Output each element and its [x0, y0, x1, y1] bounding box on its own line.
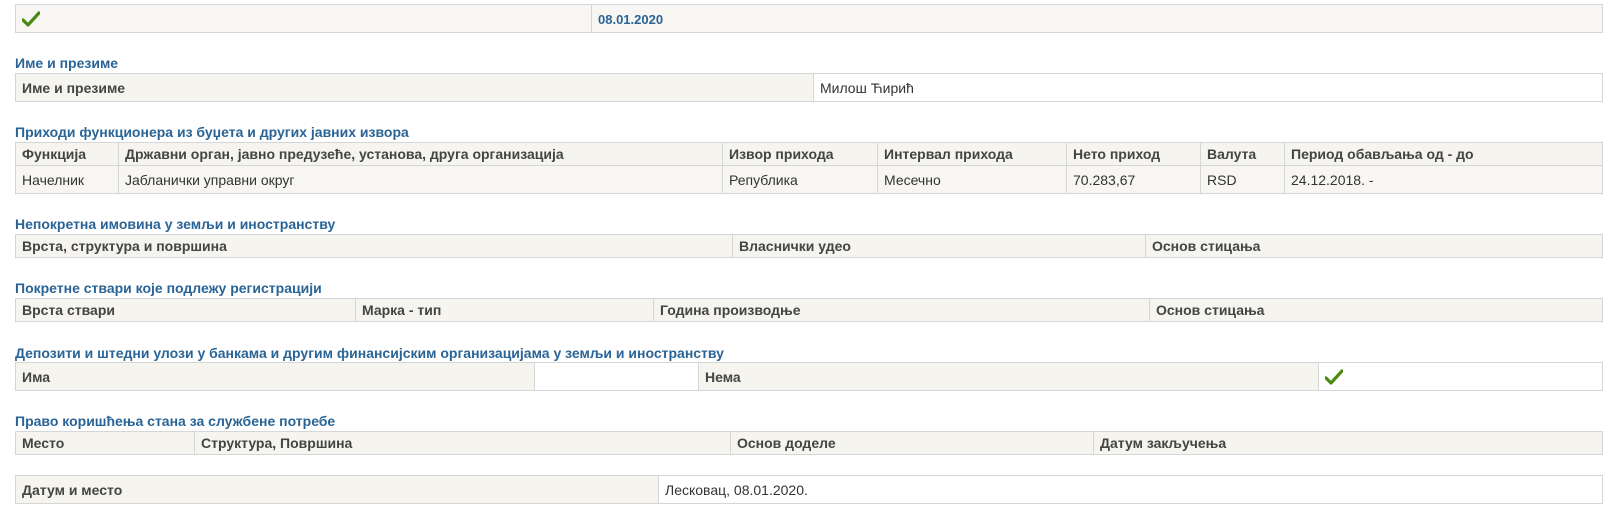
income-col-period: Период обављања од - до: [1284, 142, 1603, 166]
income-cell-period: 24.12.2018. -: [1284, 165, 1603, 194]
apartment-col-structure: Структура, Површина: [194, 431, 731, 455]
real-estate-table: Врста, структура и површина Власнички уд…: [15, 234, 1603, 258]
apartment-table: Место Структура, Површина Основ доделе Д…: [15, 431, 1603, 455]
movable-table: Врста ствари Марка - тип Година производ…: [15, 298, 1603, 322]
apartment-col-date: Датум закључења: [1093, 431, 1603, 455]
apartment-section-title: Право коришћења стана за службене потреб…: [15, 413, 336, 429]
name-label: Име и презиме: [15, 73, 814, 102]
income-col-net: Нето приход: [1066, 142, 1201, 166]
income-section-title: Приходи функционера из буџета и других ј…: [15, 124, 409, 140]
name-table: Име и презиме Милош Ћирић: [15, 73, 1603, 102]
check-icon: [1325, 369, 1343, 385]
income-col-source: Извор прихода: [722, 142, 878, 166]
name-section-title: Име и презиме: [15, 55, 119, 71]
movable-col-year: Година производње: [653, 298, 1150, 322]
real-estate-col-basis: Основ стицања: [1145, 234, 1603, 258]
top-row-table: 08.01.2020: [15, 4, 1603, 33]
check-icon: [22, 11, 40, 27]
deposits-table: Има Нема: [15, 362, 1603, 391]
movable-section-title: Покретне ствари које подлежу регистрациј…: [15, 280, 322, 296]
income-col-function: Функција: [15, 142, 119, 166]
real-estate-col-type: Врста, структура и површина: [15, 234, 733, 258]
deposits-section-title: Депозити и штедни улози у банкама и друг…: [15, 345, 724, 361]
movable-col-type: Врста ствари: [15, 298, 356, 322]
apartment-col-basis: Основ доделе: [730, 431, 1094, 455]
income-cell-organ: Јабланички управни округ: [118, 165, 723, 194]
deposits-none-label: Нема: [698, 362, 1319, 391]
real-estate-section-title: Непокретна имовина у земљи и иностранств…: [15, 216, 336, 232]
apartment-col-place: Место: [15, 431, 195, 455]
income-col-organ: Државни орган, јавно предузеће, установа…: [118, 142, 723, 166]
table-header-row: Функција Државни орган, јавно предузеће,…: [15, 142, 1603, 166]
deposits-has-label: Има: [15, 362, 535, 391]
deposits-none-value: [1318, 362, 1603, 391]
top-date-cell: 08.01.2020: [591, 4, 1603, 33]
top-check-cell: [15, 4, 592, 33]
date-place-table: Датум и место Лесковац, 08.01.2020.: [15, 475, 1603, 504]
income-cell-source: Република: [722, 165, 878, 194]
income-col-interval: Интервал прихода: [877, 142, 1067, 166]
movable-col-basis: Основ стицања: [1149, 298, 1603, 322]
income-cell-function: Начелник: [15, 165, 119, 194]
declaration-date-link[interactable]: 08.01.2020: [598, 12, 663, 27]
movable-col-brand: Марка - тип: [355, 298, 654, 322]
deposits-has-value: [534, 362, 699, 391]
income-cell-interval: Месечно: [877, 165, 1067, 194]
date-place-value: Лесковац, 08.01.2020.: [658, 475, 1603, 504]
name-value: Милош Ћирић: [813, 73, 1603, 102]
date-place-label: Датум и место: [15, 475, 659, 504]
income-col-currency: Валута: [1200, 142, 1285, 166]
income-cell-net: 70.283,67: [1066, 165, 1201, 194]
income-table: Функција Државни орган, јавно предузеће,…: [15, 142, 1603, 194]
income-cell-currency: RSD: [1200, 165, 1285, 194]
real-estate-col-share: Власнички удео: [732, 234, 1146, 258]
table-row: Начелник Јабланички управни округ Републ…: [15, 165, 1603, 194]
